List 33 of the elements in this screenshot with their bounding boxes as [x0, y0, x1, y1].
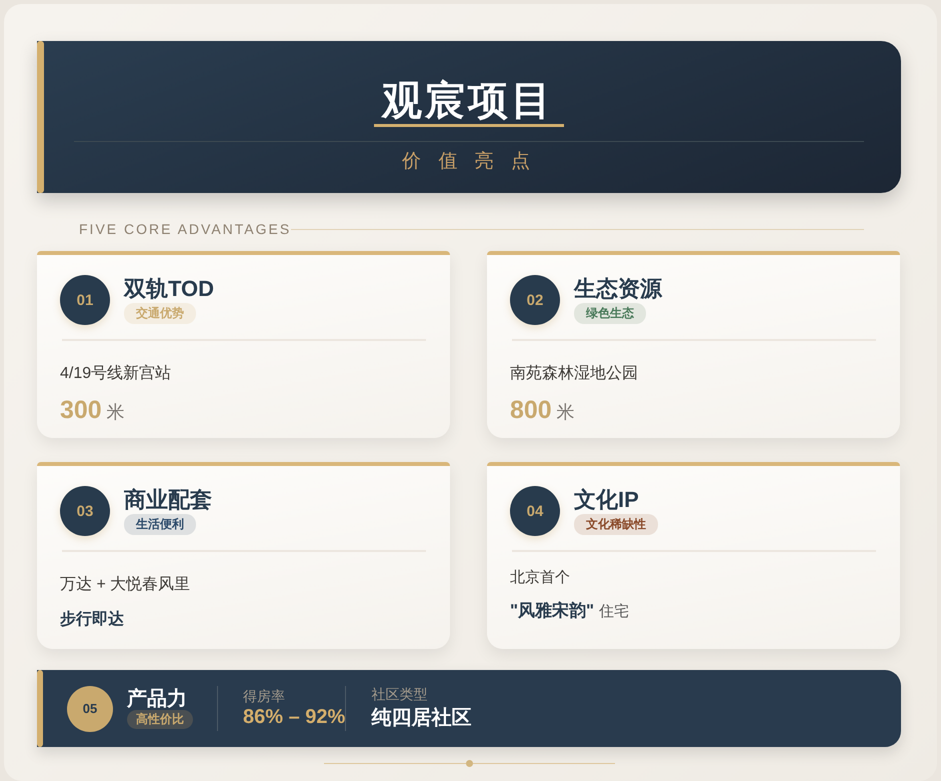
feature-text: 4/19号线新宫站 [60, 364, 172, 384]
card-title: 商业配套 [124, 487, 212, 513]
page-title: 观宸项目 [374, 78, 564, 127]
number-badge: 01 [60, 275, 110, 325]
feature-text: 北京首个 [510, 568, 571, 587]
feature-text: 住宅 [599, 602, 630, 621]
category-tag: 高性价比 [127, 710, 193, 729]
stat-label: 得房率 [243, 688, 286, 706]
card-title: 双轨TOD [124, 276, 214, 302]
distance-value: 300 [60, 396, 102, 425]
highlight-text: 步行即达 [60, 610, 125, 630]
stat-label: 社区类型 [371, 686, 428, 704]
section-label: FIVE CORE ADVANTAGES [79, 221, 292, 237]
number-badge: 05 [67, 686, 113, 732]
page-subtitle: 价 值 亮 点 [402, 150, 536, 174]
distance-unit: 米 [556, 401, 575, 424]
stat-value: 纯四居社区 [371, 706, 472, 731]
category-tag: 文化稀缺性 [574, 514, 658, 535]
category-tag: 绿色生态 [574, 303, 646, 324]
number-badge: 03 [60, 486, 110, 536]
distance-value: 800 [510, 396, 552, 425]
stat-value: 86% – 92% [243, 706, 346, 729]
number-badge: 04 [510, 486, 560, 536]
card-title: 生态资源 [574, 276, 662, 302]
highlight-text: "风雅宋韵" [510, 600, 594, 622]
category-tag: 生活便利 [124, 514, 196, 535]
number-badge: 02 [510, 275, 560, 325]
card-title: 文化IP [574, 487, 640, 513]
category-tag: 交通优势 [124, 303, 196, 324]
distance-unit: 米 [106, 401, 125, 424]
feature-text: 南苑森林湿地公园 [510, 364, 639, 384]
feature-text: 万达 + 大悦春风里 [60, 574, 192, 595]
bar-title: 产品力 [127, 688, 188, 710]
